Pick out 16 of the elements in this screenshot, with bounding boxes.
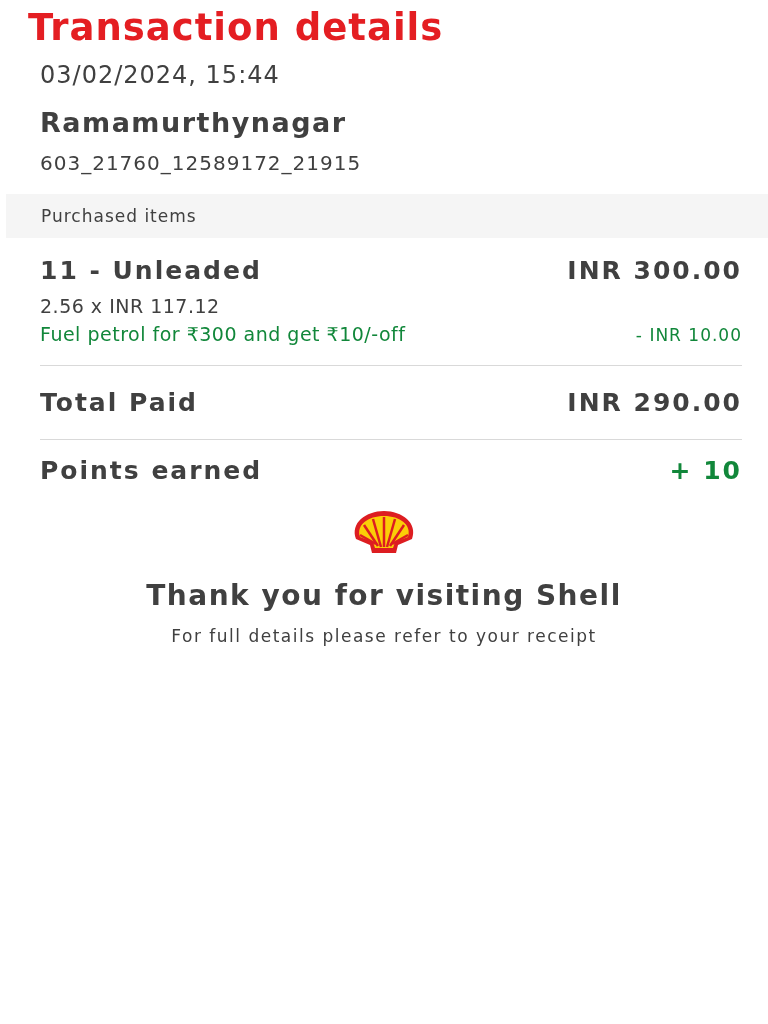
item-name: 11 - Unleaded	[40, 256, 262, 285]
receipt-note: For full details please refer to your receipt	[171, 626, 597, 646]
discount-amount: - INR 10.00	[635, 325, 742, 345]
transaction-id: 603_21760_12589172_21915	[40, 150, 363, 176]
item-quantity: 2.56 x INR 117.12	[40, 295, 221, 317]
section-header: Purchased items	[6, 194, 768, 238]
total-label: Total Paid	[40, 388, 198, 417]
station-name: Ramamurthynagar	[40, 106, 348, 140]
transaction-date: 03/02/2024, 15:44	[40, 60, 281, 90]
item-amount: INR 300.00	[567, 256, 742, 285]
total-amount: INR 290.00	[567, 388, 742, 417]
thank-you-message: Thank you for visiting Shell	[146, 579, 622, 612]
points-value: + 10	[669, 456, 742, 485]
points-label: Points earned	[40, 456, 263, 485]
discount-label: Fuel petrol for ₹300 and get ₹10/-off	[40, 323, 406, 345]
page-title: Transaction details	[27, 5, 445, 50]
